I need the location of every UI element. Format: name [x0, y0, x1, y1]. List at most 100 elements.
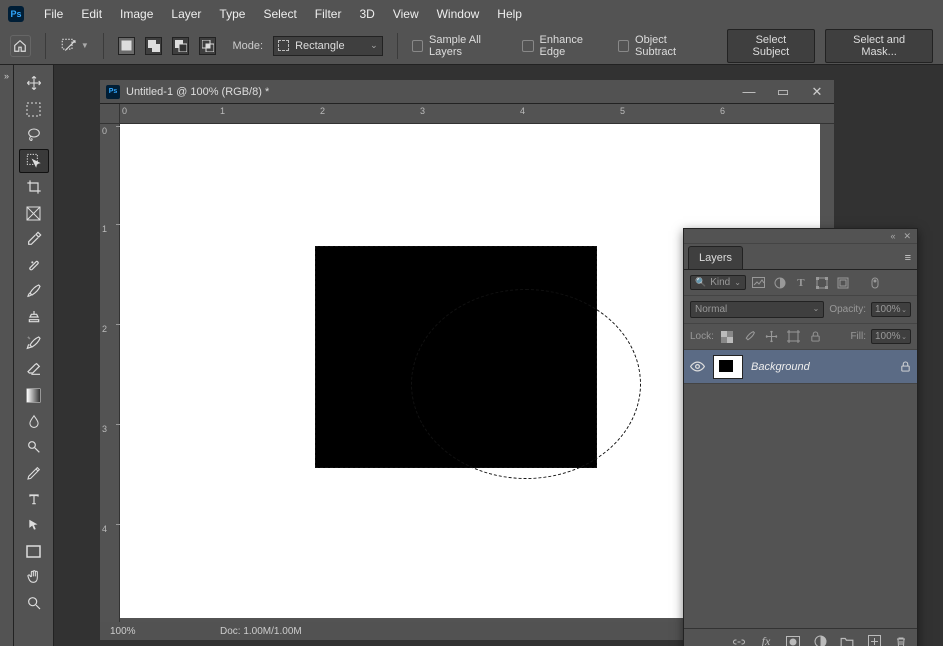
lock-icon[interactable]: [900, 360, 911, 373]
intersect-selection-button[interactable]: [199, 37, 216, 55]
lock-image-icon[interactable]: [741, 330, 758, 344]
ruler-tick: 4: [102, 524, 107, 534]
select-subject-button[interactable]: Select Subject: [727, 29, 816, 63]
menu-type[interactable]: Type: [211, 3, 253, 25]
layer-name[interactable]: Background: [751, 361, 892, 373]
layer-thumbnail[interactable]: [713, 355, 743, 379]
opacity-input[interactable]: 100% ⌄: [871, 302, 911, 317]
menu-edit[interactable]: Edit: [73, 3, 110, 25]
dodge-tool[interactable]: [19, 435, 49, 459]
tool-preset-picker[interactable]: ▼: [60, 37, 89, 55]
blend-mode-dropdown[interactable]: Normal ⌄: [690, 301, 824, 318]
lock-position-icon[interactable]: [763, 330, 780, 344]
link-layers-icon[interactable]: [731, 635, 747, 646]
ruler-tick: 1: [102, 224, 107, 234]
brush-tool[interactable]: [19, 279, 49, 303]
filter-shape-icon[interactable]: [814, 276, 830, 290]
menu-window[interactable]: Window: [429, 3, 488, 25]
type-tool[interactable]: [19, 487, 49, 511]
expand-panels-button[interactable]: »: [0, 65, 14, 646]
home-button[interactable]: [10, 35, 31, 57]
crop-tool[interactable]: [19, 175, 49, 199]
pen-tool[interactable]: [19, 461, 49, 485]
filter-pixel-icon[interactable]: [751, 276, 767, 290]
layers-empty-area[interactable]: [684, 384, 917, 628]
fill-value: 100%: [875, 331, 901, 342]
menu-select[interactable]: Select: [255, 3, 304, 25]
menu-file[interactable]: File: [36, 3, 71, 25]
marquee-tool[interactable]: [19, 97, 49, 121]
ruler-corner: [100, 104, 120, 124]
rectangle-tool[interactable]: [19, 539, 49, 563]
maximize-button[interactable]: ▭: [766, 80, 800, 104]
adjustment-layer-icon[interactable]: [812, 635, 828, 646]
blend-mode-value: Normal: [695, 304, 727, 315]
new-layer-icon[interactable]: [866, 635, 882, 646]
chevron-down-icon: ⌄: [901, 306, 907, 314]
blur-tool[interactable]: [19, 409, 49, 433]
layer-row-background[interactable]: Background: [684, 350, 917, 384]
minimize-button[interactable]: —: [732, 80, 766, 104]
path-selection-tool[interactable]: [19, 513, 49, 537]
clone-stamp-tool[interactable]: [19, 305, 49, 329]
layer-mask-icon[interactable]: [785, 635, 801, 646]
frame-tool[interactable]: [19, 201, 49, 225]
layer-style-icon[interactable]: fx: [758, 635, 774, 646]
selection-shape-dropdown[interactable]: Rectangle ⌄: [273, 36, 383, 56]
sample-all-label: Sample All Layers: [429, 34, 512, 58]
add-selection-button[interactable]: [145, 37, 162, 55]
ruler-vertical[interactable]: 0 1 2 3 4: [100, 124, 120, 622]
layers-panel[interactable]: « ✕ Layers ≡ 🔍 Kind ⌄ T: [683, 228, 918, 646]
delete-layer-icon[interactable]: [893, 635, 909, 646]
filter-smartobject-icon[interactable]: [835, 276, 851, 290]
divider: [45, 33, 46, 59]
layer-filter-row: 🔍 Kind ⌄ T: [684, 270, 917, 296]
menu-help[interactable]: Help: [489, 3, 530, 25]
lock-label: Lock:: [690, 331, 714, 342]
filter-type-icon[interactable]: T: [793, 276, 809, 290]
lock-artboard-icon[interactable]: [785, 330, 802, 344]
menu-layer[interactable]: Layer: [163, 3, 209, 25]
subtract-selection-button[interactable]: [172, 37, 189, 55]
menu-view[interactable]: View: [385, 3, 427, 25]
move-tool[interactable]: [19, 71, 49, 95]
new-selection-button[interactable]: [118, 37, 135, 55]
panel-menu-icon[interactable]: ≡: [905, 252, 911, 264]
close-button[interactable]: ✕: [800, 80, 834, 104]
menu-filter[interactable]: Filter: [307, 3, 350, 25]
sample-all-layers-checkbox[interactable]: Sample All Layers: [412, 34, 513, 58]
filter-kind-dropdown[interactable]: 🔍 Kind ⌄: [690, 275, 746, 290]
menu-image[interactable]: Image: [112, 3, 161, 25]
eraser-tool[interactable]: [19, 357, 49, 381]
selection-ellipse[interactable]: [411, 289, 641, 479]
opacity-value: 100%: [875, 304, 901, 315]
zoom-level[interactable]: 100%: [110, 626, 170, 637]
eyedropper-tool[interactable]: [19, 227, 49, 251]
menu-3d[interactable]: 3D: [351, 3, 382, 25]
tab-layers[interactable]: Layers: [688, 246, 743, 269]
filter-adjustment-icon[interactable]: [772, 276, 788, 290]
lock-transparent-icon[interactable]: [719, 330, 736, 344]
group-layers-icon[interactable]: [839, 635, 855, 646]
gradient-tool[interactable]: [19, 383, 49, 407]
close-panel-button[interactable]: ✕: [903, 231, 911, 242]
fill-input[interactable]: 100% ⌄: [871, 329, 911, 344]
hand-tool[interactable]: [19, 565, 49, 589]
select-and-mask-button[interactable]: Select and Mask...: [825, 29, 933, 63]
doc-size[interactable]: Doc: 1.00M/1.00M: [220, 626, 302, 637]
object-subtract-checkbox[interactable]: Object Subtract: [618, 34, 707, 58]
lasso-tool[interactable]: [19, 123, 49, 147]
healing-brush-tool[interactable]: [19, 253, 49, 277]
filter-toggle-icon[interactable]: [867, 276, 883, 290]
document-titlebar[interactable]: Ps Untitled-1 @ 100% (RGB/8) * — ▭ ✕: [100, 80, 834, 104]
lock-all-icon[interactable]: [807, 330, 824, 344]
object-selection-tool[interactable]: [19, 149, 49, 173]
ruler-horizontal[interactable]: 0 1 2 3 4 5 6: [120, 104, 834, 124]
zoom-tool[interactable]: [19, 591, 49, 615]
enhance-edge-checkbox[interactable]: Enhance Edge: [522, 34, 607, 58]
visibility-toggle[interactable]: [690, 361, 705, 372]
ruler-tick: 0: [122, 106, 127, 116]
history-brush-tool[interactable]: [19, 331, 49, 355]
ruler-tick: 6: [720, 106, 725, 116]
collapse-panel-button[interactable]: «: [890, 231, 895, 241]
